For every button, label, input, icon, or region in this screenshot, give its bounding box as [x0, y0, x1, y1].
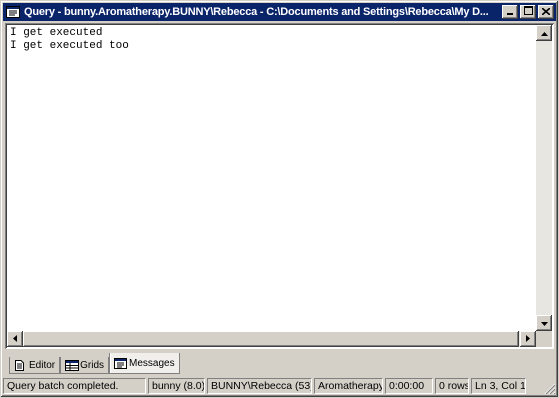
maximize-icon	[523, 6, 533, 18]
window-title: Query - bunny.Aromatherapy.BUNNY\Rebecca…	[24, 6, 489, 18]
scroll-left-button[interactable]	[7, 331, 23, 347]
close-button[interactable]	[538, 5, 554, 19]
scrollbar-corner	[536, 331, 552, 347]
minimize-button[interactable]	[502, 5, 518, 19]
tab-editor-label: Editor	[29, 359, 56, 371]
tab-messages-label: Messages	[129, 357, 175, 369]
arrow-down-icon	[540, 317, 548, 329]
editor-icon	[14, 359, 26, 371]
scroll-down-button[interactable]	[536, 315, 552, 331]
maximize-button[interactable]	[520, 5, 536, 19]
results-pane[interactable]: I get executed I get executed too	[5, 23, 554, 349]
message-line: I get executed too	[10, 40, 129, 52]
status-bar: Query batch completed. bunny (8.0) BUNNY…	[3, 377, 558, 395]
scroll-up-button[interactable]	[536, 25, 552, 41]
status-position: Ln 3, Col 1	[471, 378, 526, 394]
messages-icon	[114, 357, 128, 369]
tab-messages[interactable]: Messages	[109, 353, 180, 374]
status-elapsed: 0:00:00	[385, 378, 433, 394]
scroll-right-button[interactable]	[520, 331, 536, 347]
vertical-scrollbar[interactable]	[536, 25, 552, 331]
minimize-icon	[506, 6, 514, 18]
status-message: Query batch completed.	[3, 378, 146, 394]
message-line: I get executed	[10, 27, 103, 39]
grid-icon	[65, 359, 80, 371]
tab-editor[interactable]: Editor	[9, 357, 61, 374]
resize-grip-icon[interactable]	[544, 383, 556, 395]
pane-tabs: Editor Grids Messages	[9, 352, 180, 374]
horizontal-scrollbar[interactable]	[7, 331, 536, 347]
close-icon	[541, 6, 551, 18]
status-database: Aromatherapy	[314, 378, 383, 394]
query-window-icon[interactable]	[6, 6, 20, 18]
arrow-right-icon	[526, 333, 530, 345]
title-bar[interactable]: Query - bunny.Aromatherapy.BUNNY\Rebecca…	[3, 3, 556, 21]
query-window: Query - bunny.Aromatherapy.BUNNY\Rebecca…	[0, 0, 559, 398]
arrow-left-icon	[13, 333, 17, 345]
messages-output[interactable]: I get executed I get executed too	[10, 27, 534, 329]
status-rows: 0 rows	[435, 378, 469, 394]
status-user: BUNNY\Rebecca (53)	[207, 378, 312, 394]
tab-grids-label: Grids	[80, 359, 105, 371]
horizontal-scroll-thumb[interactable]	[23, 331, 519, 347]
status-server: bunny (8.0)	[148, 378, 205, 394]
tab-grids[interactable]: Grids	[60, 357, 110, 374]
arrow-up-icon	[540, 27, 548, 39]
